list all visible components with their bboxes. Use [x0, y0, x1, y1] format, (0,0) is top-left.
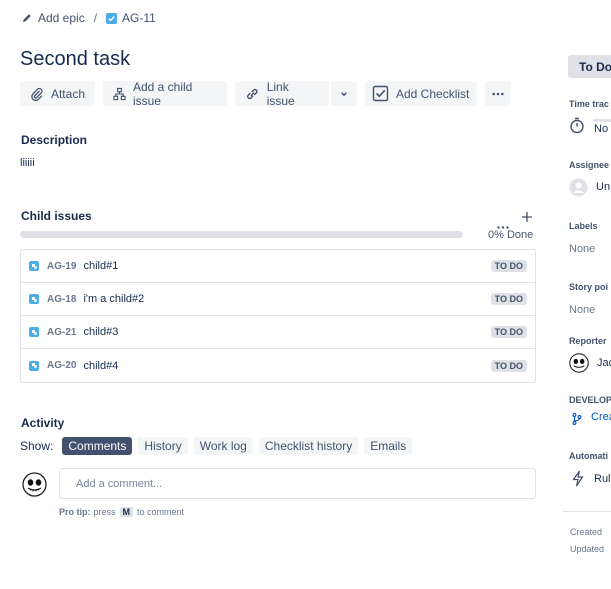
tab-comments[interactable]: Comments	[62, 437, 133, 455]
child-issue-summary[interactable]: child#1	[83, 260, 490, 272]
created-label: Created	[570, 527, 603, 537]
status-badge[interactable]: TO DO	[490, 359, 527, 372]
child-issue-key[interactable]: AG-20	[47, 360, 76, 371]
avatar	[22, 472, 47, 502]
story-points-label: Story poi	[569, 282, 609, 292]
paperclip-icon	[31, 87, 43, 101]
link-icon	[247, 88, 258, 99]
create-branch-link[interactable]: Crea	[591, 411, 611, 423]
time-tracking-value[interactable]: No	[594, 123, 608, 135]
issue-toolbar: Attach Add a child issue Link issue Add …	[20, 79, 511, 108]
activity-heading: Activity	[21, 416, 65, 430]
checklist-icon	[372, 85, 389, 102]
link-issue-button[interactable]: Link issue	[235, 79, 329, 108]
add-child-issue-button[interactable]: Add a child issue	[103, 79, 227, 108]
attach-label: Attach	[50, 86, 85, 101]
subtask-icon	[29, 294, 39, 304]
child-issue-key[interactable]: AG-18	[47, 294, 76, 305]
child-issue-summary[interactable]: i'm a child#2	[83, 293, 490, 305]
child-issues-heading: Child issues	[21, 209, 92, 223]
subtask-icon	[29, 327, 39, 337]
status-badge[interactable]: TO DO	[490, 260, 527, 272]
reporter-value[interactable]: Jac	[597, 357, 611, 369]
hierarchy-icon	[113, 87, 126, 100]
updated-label: Updated	[570, 544, 605, 554]
description-text[interactable]: liiiii	[20, 157, 35, 169]
child-issue-row[interactable]: AG-18 i'm a child#2 TO DO	[21, 283, 535, 316]
issue-title[interactable]: Second task	[20, 48, 130, 71]
child-issue-key[interactable]: AG-19	[47, 261, 76, 272]
breadcrumb: Add epic / AG-11	[22, 10, 156, 26]
child-issue-summary[interactable]: child#4	[83, 360, 490, 372]
task-type-icon	[106, 12, 118, 24]
show-label: Show:	[20, 439, 54, 453]
development-label: DEVELOP	[569, 395, 611, 405]
pro-tip-prefix: Pro tip:	[59, 507, 91, 517]
reporter-label: Reporter	[569, 336, 607, 346]
child-issue-key[interactable]: AG-21	[47, 327, 76, 338]
plus-icon	[522, 212, 532, 222]
child-issues-progress-bar	[20, 231, 463, 238]
assignee-label: Assignee	[569, 160, 610, 170]
child-issues-list: AG-19 child#1 TO DO AG-18 i'm a child#2 …	[20, 249, 536, 383]
status-button[interactable]: To Do	[568, 55, 611, 78]
automation-label: Automati	[569, 451, 608, 461]
add-child-issue-label: Add a child issue	[132, 79, 193, 108]
description-heading: Description	[21, 133, 88, 147]
rule-executions-link[interactable]: Rul	[594, 473, 611, 485]
status-badge[interactable]: TO DO	[490, 326, 527, 338]
shortcut-key: M	[119, 507, 134, 517]
story-points-value[interactable]: None	[569, 304, 595, 316]
child-issue-summary[interactable]: child#3	[83, 326, 490, 338]
stopwatch-icon	[569, 117, 585, 139]
child-issue-row[interactable]: AG-21 child#3 TO DO	[21, 316, 535, 349]
labels-value[interactable]: None	[569, 243, 595, 255]
add-checklist-label: Add Checklist	[396, 86, 470, 101]
labels-label: Labels	[569, 221, 598, 231]
branch-icon	[572, 412, 582, 430]
tab-history[interactable]: History	[138, 437, 188, 455]
comment-input[interactable]: Add a comment...	[59, 468, 536, 499]
reporter-avatar	[569, 353, 589, 378]
link-issue-group: Link issue	[235, 79, 357, 108]
pro-tip-press: press	[93, 507, 116, 517]
assignee-value[interactable]: Un	[596, 181, 610, 193]
time-tracking-bar	[593, 119, 611, 122]
lightning-icon	[572, 470, 584, 492]
add-checklist-button[interactable]: Add Checklist	[365, 81, 477, 106]
progress-percent: 0% Done	[488, 229, 534, 241]
more-icon	[492, 92, 504, 95]
tab-emails[interactable]: Emails	[364, 437, 413, 455]
chevron-down-icon	[341, 91, 347, 96]
add-epic-link[interactable]: Add epic	[38, 11, 85, 25]
child-issue-row[interactable]: AG-20 child#4 TO DO	[21, 349, 535, 382]
link-issue-dropdown-button[interactable]	[331, 81, 357, 106]
pro-tip-suffix: to comment	[137, 507, 185, 517]
breadcrumb-separator: /	[93, 11, 98, 25]
add-child-issue-plus-button[interactable]	[521, 210, 533, 228]
pro-tip: Pro tip: press M to comment	[59, 507, 184, 517]
link-issue-label: Link issue	[266, 79, 295, 108]
status-badge[interactable]: TO DO	[490, 293, 527, 305]
unassigned-avatar	[569, 178, 588, 202]
pencil-icon	[22, 13, 32, 23]
child-issue-row[interactable]: AG-19 child#1 TO DO	[21, 250, 535, 283]
attach-button[interactable]: Attach	[20, 81, 95, 106]
divider	[563, 511, 611, 512]
tab-checklist-history[interactable]: Checklist history	[258, 437, 359, 455]
activity-tabs: Show: Comments History Work log Checklis…	[20, 437, 413, 455]
more-actions-button[interactable]	[485, 81, 511, 106]
time-tracking-label: Time trac	[569, 99, 609, 109]
subtask-icon	[29, 261, 39, 271]
issue-key-link[interactable]: AG-11	[122, 11, 156, 25]
subtask-icon	[29, 360, 39, 371]
tab-work-log[interactable]: Work log	[193, 437, 253, 455]
